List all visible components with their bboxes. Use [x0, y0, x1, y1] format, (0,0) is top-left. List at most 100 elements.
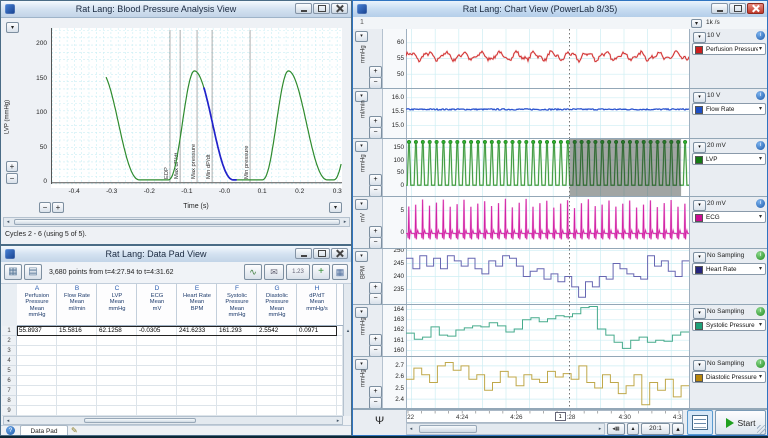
table-cell[interactable] [57, 376, 97, 386]
table-cell[interactable] [97, 336, 137, 346]
table-cell[interactable] [257, 406, 297, 416]
table-cell[interactable] [297, 366, 337, 376]
table-cell[interactable] [57, 396, 97, 406]
table-cell[interactable]: 161.293 [217, 326, 257, 336]
table-cell[interactable]: 15.5816 [57, 326, 97, 336]
row-view-icon[interactable]: ▤ [24, 264, 42, 280]
close-icon[interactable] [331, 248, 348, 259]
channel-selector[interactable]: Systolic Pressure▾ [692, 319, 766, 331]
scale-minus-icon[interactable]: − [369, 185, 382, 197]
range-menu-icon[interactable]: ▾ [693, 32, 706, 43]
restore-icon[interactable] [313, 3, 330, 14]
range-menu-icon[interactable]: ▾ [693, 360, 706, 371]
table-cell[interactable] [57, 336, 97, 346]
table-cell[interactable] [57, 356, 97, 366]
range-menu-icon[interactable]: ▾ [693, 308, 706, 319]
table-cell[interactable] [137, 406, 177, 416]
column-header[interactable]: HdP/dT Mean mmHg/s [297, 284, 337, 326]
channel-info-icon[interactable]: i [756, 199, 765, 208]
waveform-cursor-icon[interactable]: Ψ [375, 415, 384, 427]
table-cell[interactable] [137, 396, 177, 406]
table-cell[interactable] [137, 336, 177, 346]
analysis-h-scrollbar[interactable]: ◂ ▸ [3, 217, 350, 227]
table-cell[interactable] [217, 356, 257, 366]
table-cell[interactable] [297, 336, 337, 346]
titlebar-chart-view[interactable]: Rat Lang: Chart View (PowerLab 8/35) [353, 1, 767, 18]
row-number-cell[interactable]: 2 [2, 336, 17, 346]
column-header[interactable]: EHeart Rate Mean BPM [177, 284, 217, 326]
table-cell[interactable] [57, 386, 97, 396]
scroll-up-icon[interactable]: ▴ [344, 328, 351, 334]
table-cell[interactable] [257, 336, 297, 346]
resize-grip[interactable] [757, 425, 766, 434]
column-header[interactable]: BFlow Rate Mean ml/min [57, 284, 97, 326]
row-number-cell[interactable]: 4 [2, 356, 17, 366]
table-cell[interactable] [257, 356, 297, 366]
sample-rate-menu-icon[interactable]: ▾ [691, 19, 702, 28]
table-cell[interactable] [297, 386, 337, 396]
minimize-icon[interactable] [711, 3, 728, 14]
table-cell[interactable] [17, 366, 57, 376]
channel-info-icon[interactable]: i [756, 307, 765, 316]
table-cell[interactable] [217, 386, 257, 396]
scroll-left-icon[interactable]: ◂ [407, 424, 415, 434]
table-cell[interactable] [177, 356, 217, 366]
table-cell[interactable] [297, 396, 337, 406]
table-cell[interactable] [177, 336, 217, 346]
scroll-left-icon[interactable]: ◂ [4, 218, 12, 226]
table-cell[interactable] [97, 366, 137, 376]
table-cell[interactable] [57, 406, 97, 416]
table-cell[interactable] [217, 346, 257, 356]
x-zoom-out-button[interactable]: − [39, 202, 51, 213]
row-number-cell[interactable]: 1 [2, 326, 17, 336]
scrollbar-thumb[interactable] [419, 425, 477, 433]
table-cell[interactable] [177, 366, 217, 376]
channel-selector[interactable]: Flow Rate▾ [692, 103, 766, 115]
previous-block-icon[interactable]: ◂▦ [607, 423, 625, 435]
zoom-view-button[interactable] [687, 410, 713, 435]
scroll-right-icon[interactable]: ▸ [596, 424, 604, 434]
channel-selector[interactable]: Perfusion Pressure▾ [692, 43, 766, 55]
scrollbar-thumb[interactable] [84, 418, 196, 423]
help-icon[interactable]: ? [6, 426, 15, 435]
table-cell[interactable] [177, 346, 217, 356]
table-cell[interactable] [177, 386, 217, 396]
datapad-v-scrollbar[interactable]: ▴ [343, 284, 351, 416]
close-icon[interactable] [331, 3, 348, 14]
table-cell[interactable] [257, 386, 297, 396]
table-cell[interactable] [97, 396, 137, 406]
column-header[interactable]: DECG Mean mV [137, 284, 177, 326]
datapad-h-scrollbar[interactable]: ◂ ▸ [3, 416, 343, 425]
add-column-icon[interactable]: + [312, 264, 330, 280]
column-header[interactable]: CLVP Mean mmHg [97, 284, 137, 326]
scale-minus-icon[interactable]: − [369, 127, 382, 139]
table-cell[interactable] [177, 396, 217, 406]
decimal-places-icon[interactable]: 1.23 [286, 264, 310, 280]
bp-plot-area[interactable]: EDPMax dP/dtMax pressureMin dP/dtMin pre… [51, 28, 342, 188]
chart-h-scrollbar[interactable]: ◂ ▸ [406, 423, 605, 435]
column-header[interactable]: FSystolic Pressure Mean mmHg [217, 284, 257, 326]
x-axis-menu-button[interactable]: ▾ [329, 202, 342, 213]
table-cell[interactable] [97, 386, 137, 396]
table-cell[interactable] [17, 406, 57, 416]
table-cell[interactable]: 2.5542 [257, 326, 297, 336]
table-cell[interactable] [217, 366, 257, 376]
table-cell[interactable] [217, 406, 257, 416]
plot-data-icon[interactable]: ∿ [244, 264, 262, 280]
table-cell[interactable]: 62.1258 [97, 326, 137, 336]
table-cell[interactable] [17, 356, 57, 366]
table-cell[interactable] [17, 386, 57, 396]
table-cell[interactable] [17, 376, 57, 386]
table-cell[interactable] [297, 356, 337, 366]
table-cell[interactable] [17, 346, 57, 356]
x-zoom-in-button[interactable]: + [52, 202, 64, 213]
restore-icon[interactable] [729, 3, 746, 14]
table-cell[interactable] [137, 386, 177, 396]
row-number-cell[interactable]: 6 [2, 376, 17, 386]
column-header[interactable]: APerfusion Pressure Mean mmHg [17, 284, 57, 326]
scale-minus-icon[interactable]: − [369, 77, 382, 89]
scroll-left-icon[interactable]: ◂ [4, 417, 12, 424]
edit-layout-icon[interactable]: ✎ [71, 426, 78, 435]
table-cell[interactable] [297, 376, 337, 386]
scale-minus-icon[interactable]: − [369, 345, 382, 357]
